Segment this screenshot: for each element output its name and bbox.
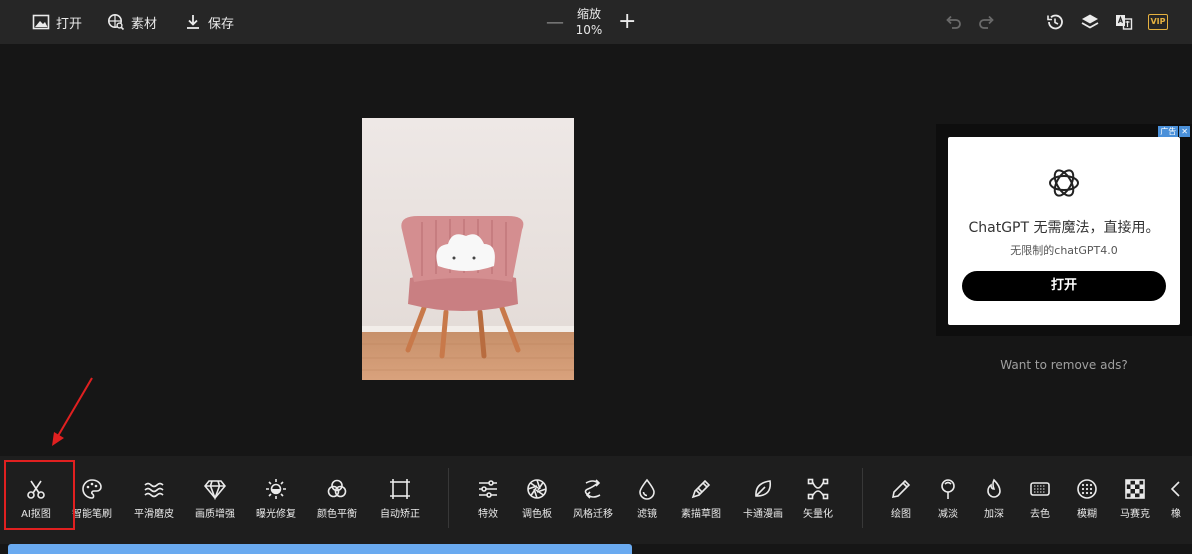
save-label: 保存: [208, 16, 235, 32]
vip-badge[interactable]: VIP: [1148, 14, 1168, 30]
progress-bar: [8, 544, 632, 554]
chair-photo-illustration: [362, 118, 574, 380]
desaturate-icon: [1030, 482, 1050, 496]
pencil-icon: [891, 479, 911, 499]
ad-tags: 广告 ✕: [1158, 126, 1190, 137]
vector-nodes-icon: [807, 478, 829, 500]
tool-button[interactable]: 马赛克: [1103, 470, 1167, 522]
save-button[interactable]: 保存: [184, 0, 234, 44]
tool-label: 平滑磨皮: [134, 509, 174, 520]
tool-label: 画质增强: [195, 509, 235, 520]
open-label: 打开: [56, 16, 83, 32]
ad-tag-label: 广告: [1158, 126, 1179, 137]
tool-separator: [448, 468, 449, 528]
tool-button[interactable]: 调色板: [505, 470, 569, 522]
undo-icon[interactable]: [943, 12, 963, 32]
openai-logo-icon: [1049, 169, 1079, 197]
zoom-in-button[interactable]: +: [618, 9, 636, 34]
zoom-out-button[interactable]: —: [546, 12, 564, 33]
style-transfer-icon: [584, 479, 601, 499]
image-icon: [32, 14, 50, 30]
translate-icon[interactable]: [1114, 12, 1134, 32]
blur-icon: [1077, 479, 1097, 499]
ad-banner[interactable]: 广告 ✕ ChatGPT 无需魔法，直接用。 无限制的chatGPT4.0 打开: [936, 124, 1192, 336]
zoom-control: — 缩放 10% +: [540, 0, 640, 44]
chevron-left-icon: [1170, 481, 1180, 497]
tool-button[interactable]: 颜色平衡: [305, 470, 369, 522]
crop-frame-icon: [390, 479, 410, 499]
zoom-value: 10%: [575, 23, 603, 37]
ad-title: ChatGPT 无需魔法，直接用。: [968, 220, 1160, 236]
tool-button[interactable]: 橡: [1160, 470, 1192, 522]
history-icon[interactable]: [1045, 12, 1065, 32]
waves-icon: [144, 482, 164, 498]
assets-label: 素材: [131, 16, 158, 32]
globe-search-icon: [108, 14, 125, 31]
ad-open-button[interactable]: 打开: [962, 271, 1166, 301]
ad-close-button[interactable]: ✕: [1179, 126, 1190, 137]
tool-label: 橡: [1171, 509, 1181, 520]
redo-icon[interactable]: [977, 12, 997, 32]
tool-label: 曝光修复: [256, 509, 296, 520]
highlight-box: [4, 460, 75, 530]
top-toolbar: 打开 素材 保存 — 缩放 10% + VIP: [0, 0, 1192, 44]
tool-separator: [862, 468, 863, 528]
tool-button[interactable]: 素描草图: [669, 470, 733, 522]
tool-label: 马赛克: [1120, 509, 1150, 520]
color-circles-icon: [327, 479, 347, 498]
sun-icon: [266, 479, 286, 499]
dodge-icon: [941, 479, 955, 499]
download-icon: [187, 15, 199, 29]
tool-label: 调色板: [522, 509, 552, 520]
tool-button[interactable]: 平滑磨皮: [122, 470, 186, 522]
tool-label: 颜色平衡: [317, 509, 357, 520]
annotation-arrow-icon: [52, 377, 93, 446]
zoom-readout: 缩放 10%: [568, 6, 610, 38]
tool-label: 素描草图: [681, 509, 721, 520]
remove-ads-link[interactable]: Want to remove ads?: [936, 358, 1192, 372]
layers-icon[interactable]: [1080, 12, 1100, 32]
tool-button[interactable]: 画质增强: [183, 470, 247, 522]
aperture-icon: [527, 479, 547, 499]
mosaic-icon: [1125, 479, 1145, 499]
tool-button[interactable]: 矢量化: [786, 470, 850, 522]
tools-toolbar: AI抠图 智能笔刷 平滑磨皮 画质增强 曝光修复 颜色平衡 自动矫正 特效 调色板 风格迁移 滤镜素…: [0, 456, 1192, 544]
drop-icon: [639, 478, 655, 500]
canvas-image-chair[interactable]: [362, 118, 574, 380]
diamond-icon: [204, 480, 226, 500]
flame-icon: [987, 478, 1001, 498]
assets-button[interactable]: 素材: [107, 0, 157, 44]
editor-canvas[interactable]: 广告 ✕ ChatGPT 无需魔法，直接用。 无限制的chatGPT4.0 打开…: [0, 44, 1192, 456]
tool-button[interactable]: 曝光修复: [244, 470, 308, 522]
pencil-sketch-icon: [691, 479, 711, 499]
leaf-icon: [755, 480, 772, 497]
zoom-label: 缩放: [576, 7, 601, 21]
tool-label: 矢量化: [803, 509, 833, 520]
tool-label: 自动矫正: [380, 509, 420, 520]
open-button[interactable]: 打开: [32, 0, 82, 44]
ad-card[interactable]: ChatGPT 无需魔法，直接用。 无限制的chatGPT4.0 打开: [948, 137, 1180, 325]
ad-subtitle: 无限制的chatGPT4.0: [1010, 244, 1118, 257]
sliders-icon: [479, 480, 497, 498]
palette-icon: [82, 479, 102, 499]
tool-button[interactable]: 自动矫正: [368, 470, 432, 522]
